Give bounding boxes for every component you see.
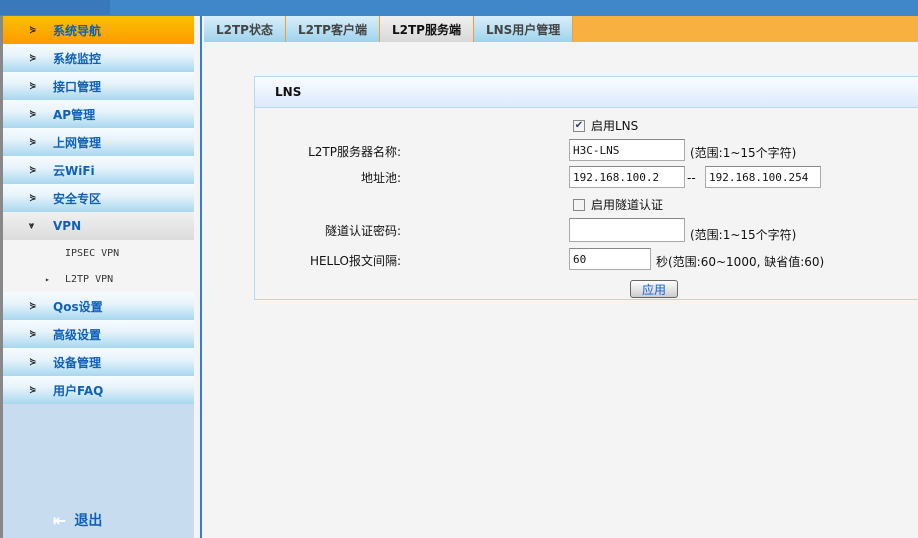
sidebar: ⋟ 系统导航 ⋟ 系统监控 ⋟ 接口管理 ⋟ AP管理 ⋟ 上网管理 ⋟ 云WiFi ⋟ 安全… <box>0 16 194 538</box>
sidebar-item-ap[interactable]: ⋟ AP管理 <box>3 100 194 128</box>
arrow-icon: ⋟ <box>29 301 37 311</box>
sidebar-item-interface[interactable]: ⋟ 接口管理 <box>3 72 194 100</box>
hello-interval-hint: 秒(范围:60~1000, 缺省值:60) <box>656 255 825 269</box>
tunnel-password-input[interactable] <box>569 218 685 242</box>
checkbox-checked-icon: ✔ <box>573 119 585 132</box>
server-name-input[interactable] <box>569 139 685 161</box>
pool-start-input[interactable] <box>569 166 685 188</box>
tunnel-password-hint: (范围:1~15个字符) <box>690 228 797 242</box>
arrow-icon: ⋟ <box>29 357 37 367</box>
hello-interval-input[interactable] <box>569 248 651 270</box>
arrow-icon: ⋟ <box>29 137 37 147</box>
sidebar-item-system-nav[interactable]: ⋟ 系统导航 <box>3 16 194 44</box>
tab-lns-users[interactable]: LNS用户管理 <box>473 16 574 42</box>
arrow-icon: ⋟ <box>29 329 37 339</box>
pool-separator: -- <box>687 171 696 185</box>
sidebar-item-security[interactable]: ⋟ 安全专区 <box>3 184 194 212</box>
checkbox-unchecked-icon <box>573 198 585 211</box>
arrow-icon: ⋟ <box>29 385 37 395</box>
apply-button[interactable]: 应用 <box>630 280 678 298</box>
logout-button[interactable]: ⇤ 退出 <box>53 510 102 530</box>
server-name-label: L2TP服务器名称: <box>308 145 401 159</box>
tab-l2tp-status[interactable]: L2TP状态 <box>204 16 286 42</box>
server-name-hint: (范围:1~15个字符) <box>690 146 797 160</box>
bullet-icon: ▸ <box>45 274 50 284</box>
sidebar-item-system-monitor[interactable]: ⋟ 系统监控 <box>3 44 194 72</box>
sidebar-item-internet[interactable]: ⋟ 上网管理 <box>3 128 194 156</box>
top-bar <box>0 0 918 16</box>
sidebar-item-faq[interactable]: ⋟ 用户FAQ <box>3 376 194 404</box>
sidebar-item-vpn[interactable]: ⩔ VPN <box>3 212 194 240</box>
arrow-icon: ⋟ <box>29 25 37 35</box>
address-pool-label: 地址池: <box>360 171 401 185</box>
tunnel-password-label: 隧道认证密码: <box>324 224 401 238</box>
pool-end-input[interactable] <box>705 166 821 188</box>
arrow-icon: ⋟ <box>29 165 37 175</box>
tab-l2tp-server[interactable]: L2TP服务端 <box>379 16 474 42</box>
sidebar-subitem-l2tp-vpn[interactable]: ▸ L2TP VPN <box>3 266 194 292</box>
logout-icon: ⇤ <box>53 510 67 530</box>
sidebar-item-qos[interactable]: ⋟ Qos设置 <box>3 292 194 320</box>
arrow-icon: ⋟ <box>29 81 37 91</box>
hello-interval-label: HELLO报文间隔: <box>309 254 401 268</box>
arrow-icon: ⋟ <box>29 193 37 203</box>
sidebar-item-device[interactable]: ⋟ 设备管理 <box>3 348 194 376</box>
panel-title: LNS <box>255 77 918 108</box>
tunnel-auth-checkbox[interactable]: 启用隧道认证 <box>573 196 663 213</box>
arrow-down-icon: ⩔ <box>29 221 34 231</box>
arrow-icon: ⋟ <box>29 53 37 63</box>
arrow-icon: ⋟ <box>29 109 37 119</box>
tab-bar: L2TP状态 L2TP客户端 L2TP服务端 LNS用户管理 <box>204 16 918 42</box>
sidebar-subitem-ipsec-vpn[interactable]: IPSEC VPN <box>3 240 194 266</box>
enable-lns-checkbox[interactable]: ✔ 启用LNS <box>573 117 638 134</box>
sidebar-divider <box>194 16 202 538</box>
sidebar-item-advanced[interactable]: ⋟ 高级设置 <box>3 320 194 348</box>
lns-panel: LNS ✔启用LNS L2TP服务器名称: (范围:1~15个字符) 地址池: … <box>254 76 918 300</box>
tab-l2tp-client[interactable]: L2TP客户端 <box>285 16 380 42</box>
sidebar-item-cloud-wifi[interactable]: ⋟ 云WiFi <box>3 156 194 184</box>
